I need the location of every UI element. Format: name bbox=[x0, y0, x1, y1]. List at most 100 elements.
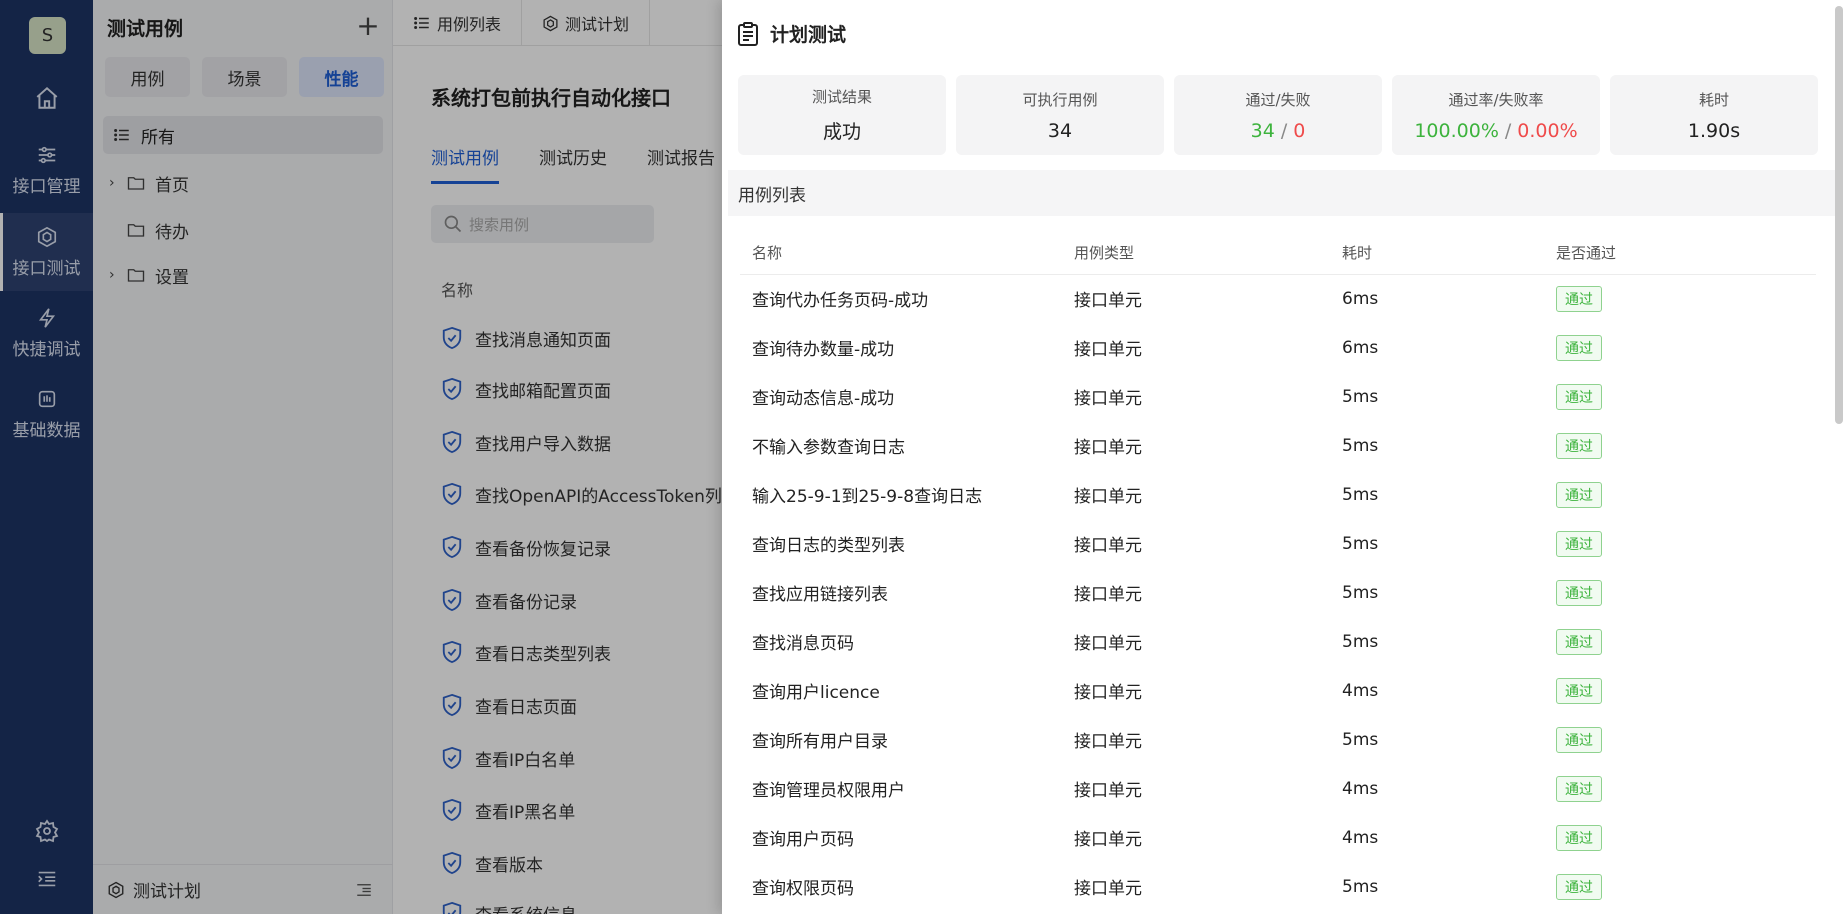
table-row[interactable]: 查询权限页码 接口单元 5ms 通过 bbox=[740, 862, 1816, 911]
duration-cell: 4ms bbox=[1342, 680, 1379, 701]
pass-cell: 通过 bbox=[1544, 372, 1816, 421]
status-badge: 通过 bbox=[1556, 530, 1602, 557]
stat-value: 1.90s bbox=[1687, 119, 1741, 142]
column-header: 是否通过 bbox=[1544, 232, 1816, 275]
case-type-cell: 接口单元 bbox=[1074, 830, 1142, 850]
case-name-cell: 查找消息页码 bbox=[752, 634, 854, 654]
duration-cell: 6ms bbox=[1342, 337, 1379, 358]
status-badge: 通过 bbox=[1556, 628, 1602, 655]
column-header: 名称 bbox=[740, 232, 1062, 275]
case-name-cell: 不输入参数查询日志 bbox=[752, 438, 905, 458]
result-table: 名称 用例类型 耗时 是否通过 查询代办任务页码-成功 接口单元 6ms 通过 查询待办… bbox=[740, 232, 1816, 911]
pass-cell: 通过 bbox=[1544, 274, 1816, 323]
column-header: 用例类型 bbox=[1062, 232, 1330, 275]
pass-cell: 通过 bbox=[1544, 568, 1816, 617]
case-name-cell: 查询用户licence bbox=[752, 683, 880, 703]
case-name-cell: 查询用户页码 bbox=[752, 830, 854, 850]
plan-test-drawer: 计划测试 测试结果 成功 可执行用例 34 通过/失败 34/0 通过率/失败率… bbox=[722, 0, 1845, 914]
case-type-cell: 接口单元 bbox=[1074, 389, 1142, 409]
pass-rate: 100.00% bbox=[1414, 119, 1499, 142]
table-row[interactable]: 不输入参数查询日志 接口单元 5ms 通过 bbox=[740, 421, 1816, 470]
stat-label: 耗时 bbox=[1698, 90, 1729, 109]
case-name-cell: 查询代办任务页码-成功 bbox=[752, 291, 929, 312]
case-type-cell: 接口单元 bbox=[1074, 634, 1142, 654]
fail-count: 0 bbox=[1293, 119, 1306, 142]
table-row[interactable]: 查询用户licence 接口单元 4ms 通过 bbox=[740, 666, 1816, 715]
status-badge: 通过 bbox=[1556, 481, 1602, 508]
table-row[interactable]: 查找应用链接列表 接口单元 5ms 通过 bbox=[740, 568, 1816, 617]
column-header: 耗时 bbox=[1330, 232, 1544, 275]
case-name-cell: 查询所有用户目录 bbox=[752, 732, 888, 752]
table-row[interactable]: 查询日志的类型列表 接口单元 5ms 通过 bbox=[740, 519, 1816, 568]
duration-cell: 5ms bbox=[1342, 729, 1379, 750]
status-badge: 通过 bbox=[1556, 579, 1602, 606]
table-row[interactable]: 查找消息页码 接口单元 5ms 通过 bbox=[740, 617, 1816, 666]
case-name-cell: 输入25-9-1到25-9-8查询日志 bbox=[752, 487, 983, 507]
table-row[interactable]: 查询管理员权限用户 接口单元 4ms 通过 bbox=[740, 764, 1816, 813]
status-badge: 通过 bbox=[1556, 334, 1602, 361]
duration-cell: 5ms bbox=[1342, 533, 1379, 554]
pass-cell: 通过 bbox=[1544, 519, 1816, 568]
duration-cell: 5ms bbox=[1342, 876, 1379, 897]
stat-result: 测试结果 成功 bbox=[738, 75, 946, 155]
table-row[interactable]: 输入25-9-1到25-9-8查询日志 接口单元 5ms 通过 bbox=[740, 470, 1816, 519]
stat-value: 34/0 bbox=[1250, 119, 1306, 142]
pass-cell: 通过 bbox=[1544, 715, 1816, 764]
pass-cell: 通过 bbox=[1544, 862, 1816, 911]
stat-label: 通过/失败 bbox=[1245, 90, 1311, 109]
duration-cell: 5ms bbox=[1342, 582, 1379, 603]
summary-stats: 测试结果 成功 可执行用例 34 通过/失败 34/0 通过率/失败率 100.… bbox=[738, 75, 1818, 155]
stat-label: 通过率/失败率 bbox=[1448, 90, 1544, 109]
drawer-title: 计划测试 bbox=[736, 20, 846, 47]
case-name-cell: 查找应用链接列表 bbox=[752, 585, 888, 605]
duration-cell: 4ms bbox=[1342, 778, 1379, 799]
clipboard-icon bbox=[738, 21, 758, 46]
pass-cell: 通过 bbox=[1544, 617, 1816, 666]
stat-pass-fail: 通过/失败 34/0 bbox=[1174, 75, 1382, 155]
scrollbar[interactable] bbox=[1835, 6, 1843, 424]
table-row[interactable]: 查询动态信息-成功 接口单元 5ms 通过 bbox=[740, 372, 1816, 421]
drawer-title-text: 计划测试 bbox=[770, 24, 847, 46]
stat-value: 34 bbox=[1047, 119, 1073, 142]
case-type-cell: 接口单元 bbox=[1074, 438, 1142, 458]
case-name-cell: 查询待办数量-成功 bbox=[752, 340, 895, 360]
stat-label: 可执行用例 bbox=[1022, 90, 1098, 109]
status-badge: 通过 bbox=[1556, 677, 1602, 704]
pass-cell: 通过 bbox=[1544, 470, 1816, 519]
case-list-section-header: 用例列表 bbox=[728, 170, 1835, 216]
case-type-cell: 接口单元 bbox=[1074, 781, 1142, 801]
status-badge: 通过 bbox=[1556, 726, 1602, 753]
duration-cell: 5ms bbox=[1342, 631, 1379, 652]
table-row[interactable]: 查询用户页码 接口单元 4ms 通过 bbox=[740, 813, 1816, 862]
duration-cell: 5ms bbox=[1342, 435, 1379, 456]
case-name-cell: 查询权限页码 bbox=[752, 879, 854, 899]
table-row[interactable]: 查询待办数量-成功 接口单元 6ms 通过 bbox=[740, 323, 1816, 372]
status-badge: 通过 bbox=[1556, 383, 1602, 410]
table-header-row: 名称 用例类型 耗时 是否通过 bbox=[740, 232, 1816, 275]
pass-cell: 通过 bbox=[1544, 421, 1816, 470]
case-name-cell: 查询动态信息-成功 bbox=[752, 389, 895, 409]
stat-value: 100.00%/0.00% bbox=[1414, 119, 1578, 142]
pass-cell: 通过 bbox=[1544, 764, 1816, 813]
status-badge: 通过 bbox=[1556, 432, 1602, 459]
case-type-cell: 接口单元 bbox=[1074, 340, 1142, 360]
duration-cell: 6ms bbox=[1342, 288, 1379, 309]
case-type-cell: 接口单元 bbox=[1074, 879, 1142, 899]
table-row[interactable]: 查询所有用户目录 接口单元 5ms 通过 bbox=[740, 715, 1816, 764]
table-row[interactable]: 查询代办任务页码-成功 接口单元 6ms 通过 bbox=[740, 274, 1816, 323]
duration-cell: 5ms bbox=[1342, 386, 1379, 407]
stat-value: 成功 bbox=[822, 121, 861, 143]
pass-cell: 通过 bbox=[1544, 666, 1816, 715]
fail-rate: 0.00% bbox=[1517, 119, 1578, 142]
status-badge: 通过 bbox=[1556, 873, 1602, 900]
status-badge: 通过 bbox=[1556, 775, 1602, 802]
stat-rates: 通过率/失败率 100.00%/0.00% bbox=[1392, 75, 1600, 155]
stat-label: 测试结果 bbox=[811, 88, 872, 106]
case-type-cell: 接口单元 bbox=[1074, 487, 1142, 507]
case-type-cell: 接口单元 bbox=[1074, 291, 1142, 312]
case-type-cell: 接口单元 bbox=[1074, 536, 1142, 556]
duration-cell: 5ms bbox=[1342, 484, 1379, 505]
case-type-cell: 接口单元 bbox=[1074, 683, 1142, 703]
case-name-cell: 查询日志的类型列表 bbox=[752, 536, 905, 556]
case-name-cell: 查询管理员权限用户 bbox=[752, 781, 905, 801]
